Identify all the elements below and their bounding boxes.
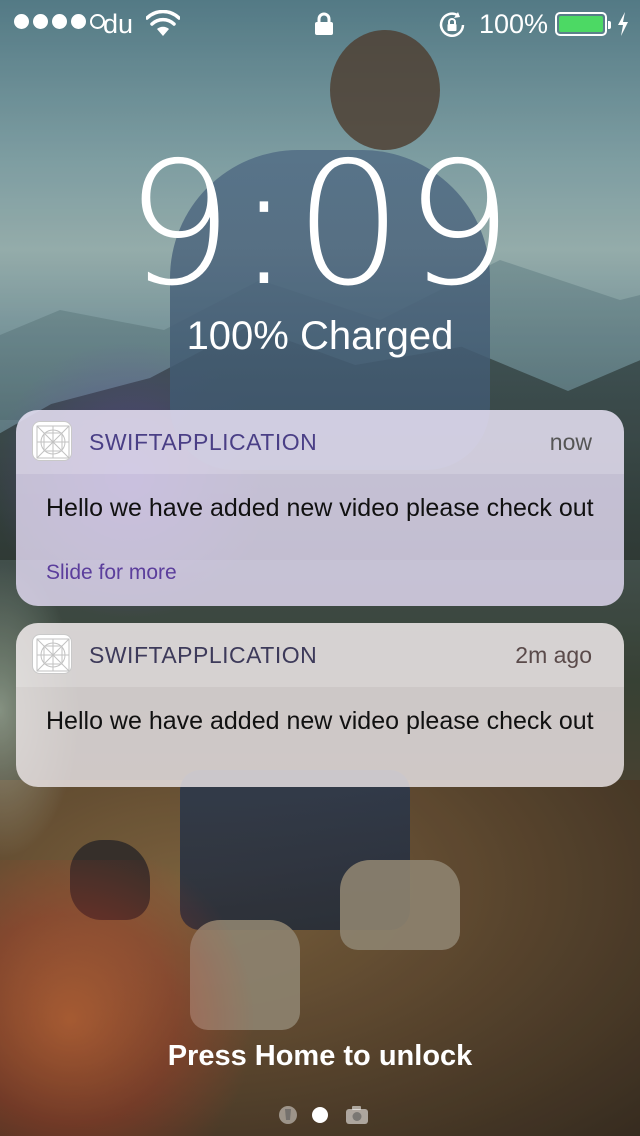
lock-icon — [315, 12, 333, 35]
notification-card[interactable]: SWIFTAPPLICATION 2m ago Hello we have ad… — [16, 623, 624, 787]
camera-icon[interactable] — [346, 1106, 368, 1124]
battery-icon — [555, 12, 611, 36]
notification-action-hint[interactable]: Slide for more — [46, 561, 177, 585]
flashlight-icon[interactable] — [279, 1106, 297, 1124]
app-icon — [32, 421, 72, 461]
notification-message: Hello we have added new video please che… — [46, 494, 594, 522]
charge-status: 100% Charged — [186, 314, 454, 358]
lock-screen-time: 9:09 — [125, 126, 515, 324]
wifi-icon — [146, 10, 180, 36]
notification-message: Hello we have added new video please che… — [46, 707, 594, 735]
battery-percentage: 100% — [479, 9, 549, 39]
notification-header: SWIFTAPPLICATION 2m ago — [16, 623, 624, 687]
signal-strength-indicator — [14, 14, 105, 29]
notification-time: now — [549, 429, 592, 455]
notification-header: SWIFTAPPLICATION now — [16, 410, 624, 474]
rotation-lock-icon — [439, 12, 465, 37]
page-indicator[interactable] — [272, 1100, 372, 1130]
app-icon — [32, 634, 72, 674]
status-bar: du 100% — [0, 0, 640, 48]
notification-app-name: SWIFTAPPLICATION — [89, 642, 318, 668]
charging-bolt-icon — [618, 12, 628, 36]
notification-card[interactable]: SWIFTAPPLICATION now Hello we have added… — [16, 410, 624, 606]
notification-time: 2m ago — [515, 642, 592, 668]
carrier-name: du — [103, 9, 134, 39]
battery-level-fill — [559, 16, 603, 32]
notification-app-name: SWIFTAPPLICATION — [89, 429, 318, 455]
unlock-hint: Press Home to unlock — [167, 1040, 473, 1072]
page-dot — [312, 1107, 328, 1123]
